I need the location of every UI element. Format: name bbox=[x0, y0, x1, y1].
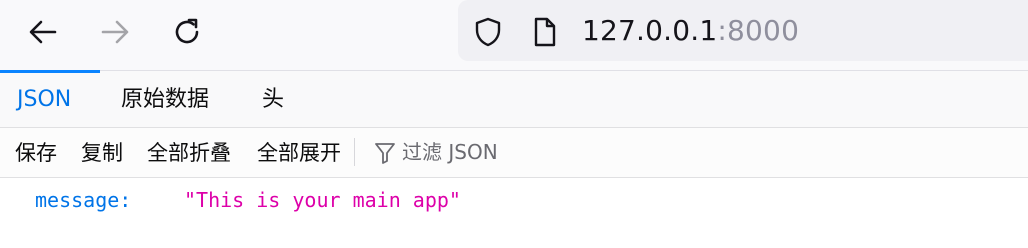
shield-icon[interactable] bbox=[472, 16, 504, 52]
tab-raw-data[interactable]: 原始数据 bbox=[121, 85, 209, 115]
expand-all-button[interactable]: 全部展开 bbox=[257, 138, 341, 168]
back-button[interactable] bbox=[23, 12, 63, 52]
back-arrow-icon bbox=[29, 20, 57, 44]
viewer-tabs: JSON 原始数据 头 bbox=[0, 70, 1028, 128]
json-toolbar: 保存 复制 全部折叠 全部展开 bbox=[0, 128, 1028, 178]
filter-icon bbox=[374, 141, 396, 169]
url-text[interactable]: 127.0.0.1:8000 bbox=[582, 13, 799, 49]
json-value: "This is your main app" bbox=[184, 188, 461, 212]
url-port: :8000 bbox=[717, 14, 800, 47]
reload-button[interactable] bbox=[167, 12, 207, 52]
json-row[interactable]: message: "This is your main app" bbox=[0, 178, 1028, 222]
forward-arrow-icon bbox=[101, 20, 129, 44]
json-value-text: This is your main app bbox=[196, 188, 449, 212]
save-button[interactable]: 保存 bbox=[15, 138, 57, 168]
json-tree: message: "This is your main app" bbox=[0, 178, 1028, 248]
filter-json-input[interactable] bbox=[402, 137, 702, 167]
selected-tab-indicator bbox=[0, 70, 100, 73]
page-icon bbox=[531, 16, 559, 52]
forward-button[interactable] bbox=[95, 12, 135, 52]
tab-headers[interactable]: 头 bbox=[262, 85, 284, 115]
tab-json[interactable]: JSON bbox=[17, 85, 71, 115]
copy-button[interactable]: 复制 bbox=[81, 138, 123, 168]
url-host: 127.0.0.1 bbox=[582, 14, 718, 47]
browser-toolbar: 127.0.0.1:8000 bbox=[0, 0, 1028, 70]
collapse-all-button[interactable]: 全部折叠 bbox=[147, 138, 231, 168]
toolbar-separator bbox=[354, 138, 355, 166]
json-key: message: bbox=[35, 188, 132, 212]
reload-icon bbox=[175, 18, 199, 44]
